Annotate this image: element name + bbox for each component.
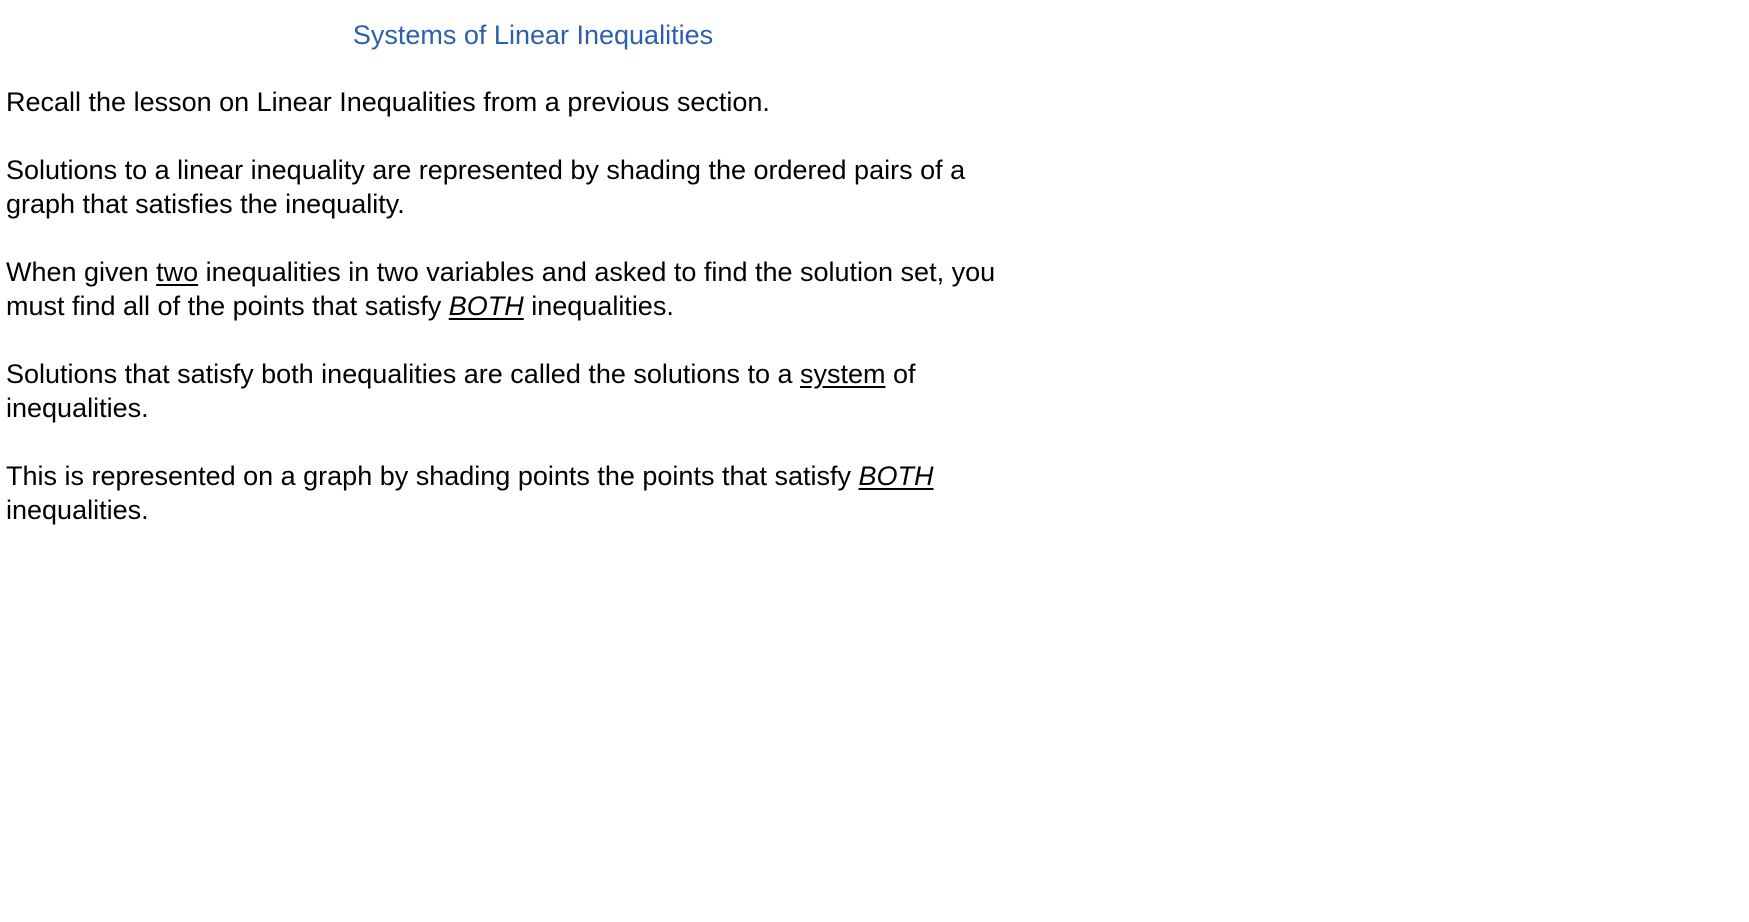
paragraph-line: graph that satisfies the inequality. (6, 189, 405, 219)
paragraph-recall: Recall the lesson on Linear Inequalities… (6, 85, 1066, 119)
paragraph-solutions-definition: Solutions to a linear inequality are rep… (6, 153, 1066, 221)
document-page: Systems of Linear Inequalities Recall th… (0, 0, 1749, 922)
underlined-word-two: two (156, 257, 199, 287)
emphasized-word-both: BOTH (448, 291, 524, 321)
document-body: Recall the lesson on Linear Inequalities… (6, 85, 1066, 561)
paragraph-graph-representation: This is represented on a graph by shadin… (6, 459, 1066, 527)
page-title: Systems of Linear Inequalities (352, 20, 714, 50)
paragraph-text: Recall the lesson on Linear Inequalities… (6, 87, 770, 117)
paragraph-text: inequalities in two variables and asked … (198, 257, 996, 287)
paragraph-line: inequalities. (6, 495, 149, 525)
paragraph-text: When given (6, 257, 157, 287)
paragraph-text: must find all of the points that satisfy (6, 291, 449, 321)
emphasized-word-both: BOTH (858, 461, 934, 491)
paragraph-text: of (885, 359, 916, 389)
paragraph-line: inequalities. (6, 393, 149, 423)
underlined-word-system: system (799, 359, 886, 389)
paragraph-text: Solutions that satisfy both inequalities… (6, 359, 800, 389)
paragraph-line: Solutions to a linear inequality are rep… (6, 155, 966, 185)
paragraph-system-definition: Solutions that satisfy both inequalities… (6, 357, 1066, 425)
paragraph-text: inequalities. (523, 291, 674, 321)
paragraph-text: This is represented on a graph by shadin… (6, 461, 859, 491)
paragraph-two-inequalities: When given two inequalities in two varia… (6, 255, 1066, 323)
